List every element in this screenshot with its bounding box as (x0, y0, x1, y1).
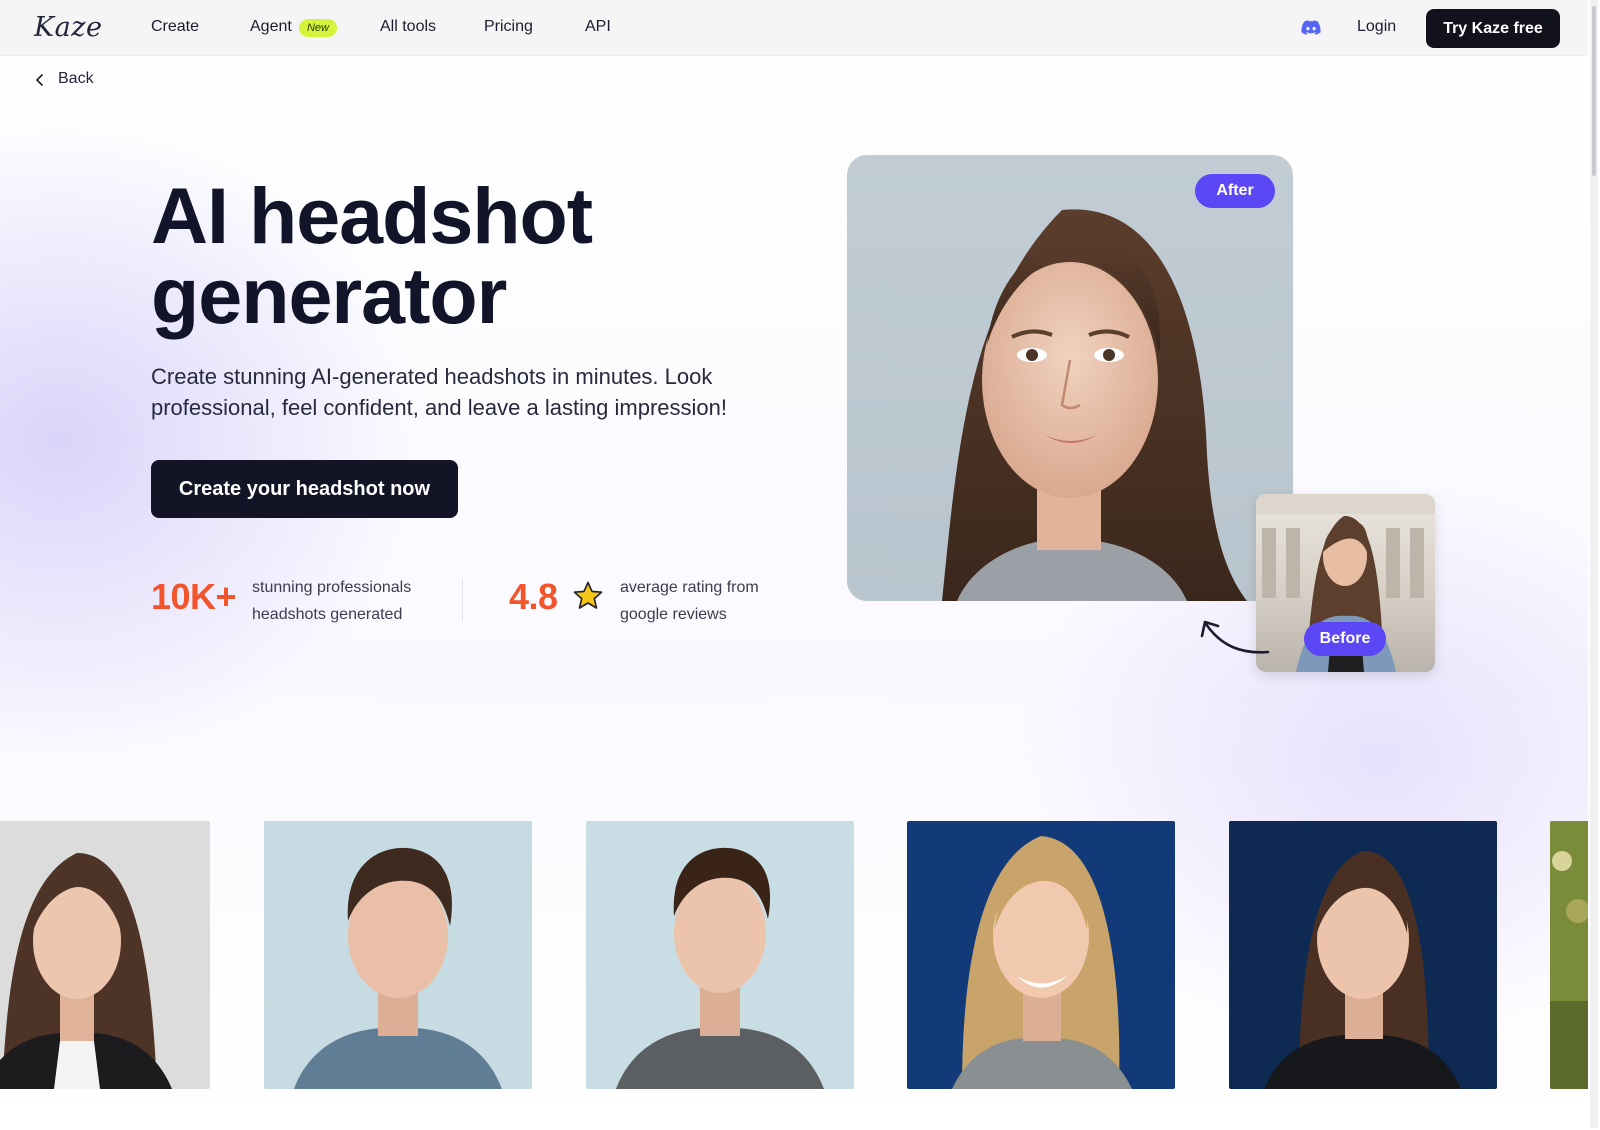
nav-create[interactable]: Create (151, 18, 199, 36)
after-portrait-illustration (942, 209, 1247, 601)
gallery-portrait (1229, 821, 1497, 1089)
scrollbar-thumb[interactable] (1592, 6, 1596, 176)
back-label: Back (58, 70, 94, 87)
gallery-portrait (0, 821, 210, 1089)
curved-arrow-icon (1200, 620, 1270, 654)
stat-rating-text: average rating from google reviews (620, 574, 820, 628)
stat-divider (462, 578, 463, 622)
title-line-2: generator (151, 251, 507, 340)
page-title: AI headshot generator (151, 176, 791, 336)
nav-all-tools[interactable]: All tools (380, 18, 436, 36)
gallery-image-person-outdoor-partial (1550, 821, 1588, 1089)
stat-headshots-line-1: stunning professionals (252, 579, 412, 596)
new-badge: New (299, 19, 337, 37)
try-kaze-free-button[interactable]: Try Kaze free (1426, 9, 1560, 48)
stat-rating-value: 4.8 (509, 576, 558, 617)
page: Kaze Create Agent New All tools Pricing … (0, 0, 1588, 1128)
top-navigation-bar: Kaze Create Agent New All tools Pricing … (0, 0, 1588, 56)
gallery-portrait (586, 821, 854, 1089)
gallery-portrait (264, 821, 532, 1089)
gallery-image-man-grey-tshirt (586, 821, 854, 1089)
gallery-portrait (907, 821, 1175, 1089)
chevron-left-icon (36, 74, 43, 86)
before-label-badge: Before (1304, 622, 1386, 656)
gallery-image-man-blue-tshirt (264, 821, 532, 1089)
kaze-logo[interactable]: Kaze (34, 12, 102, 43)
nav-api[interactable]: API (585, 18, 611, 36)
after-label-badge: After (1195, 174, 1275, 208)
star-icon (573, 581, 603, 609)
gallery-image-woman-brunette-navy-background (1229, 821, 1497, 1089)
stat-headshots-text: stunning professionals headshots generat… (252, 574, 452, 628)
stat-headshots-line-2: headshots generated (252, 606, 403, 623)
after-headshot-image (847, 155, 1293, 601)
gallery-portrait (1550, 821, 1588, 1089)
nav-agent[interactable]: Agent (250, 18, 292, 36)
stat-rating-line-2: google reviews (620, 606, 727, 623)
hero-subtitle: Create stunning AI-generated headshots i… (151, 364, 728, 420)
discord-icon[interactable] (1301, 19, 1321, 37)
stat-headshots-count: 10K+ (151, 576, 237, 617)
gallery-image-woman-blonde-blue-background (907, 821, 1175, 1089)
nav-pricing[interactable]: Pricing (484, 18, 533, 36)
title-line-1: AI headshot (151, 171, 593, 260)
gallery-image-woman-brunette-black-blazer (0, 821, 210, 1089)
login-link[interactable]: Login (1357, 18, 1396, 36)
stat-rating-line-1: average rating from (620, 579, 759, 596)
create-headshot-button[interactable]: Create your headshot now (151, 460, 458, 518)
